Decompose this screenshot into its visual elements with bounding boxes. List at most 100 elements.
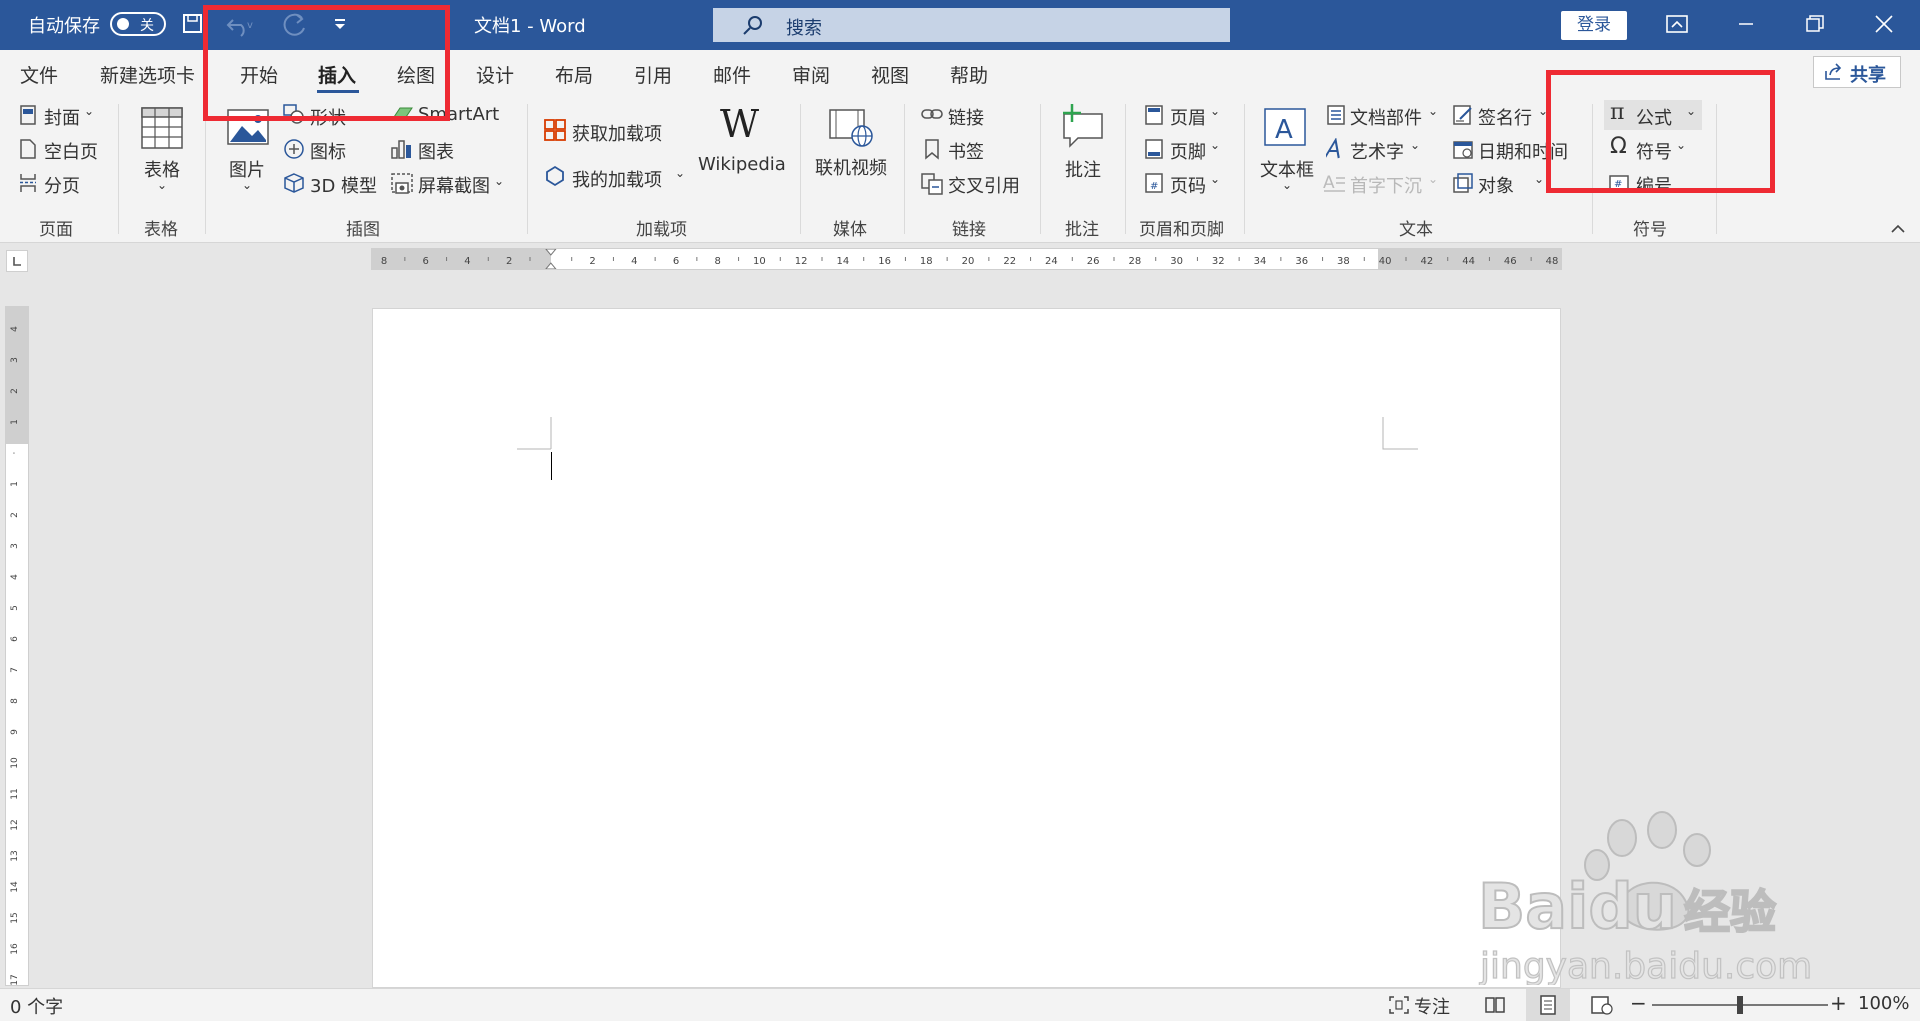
cross-reference-button[interactable]: 交叉引用 <box>948 172 1020 198</box>
chevron-down-icon: ⌄ <box>1210 172 1221 186</box>
icons-button[interactable]: 图标 <box>310 138 346 164</box>
document-page[interactable] <box>372 308 1561 988</box>
ruler-label: 4 <box>10 326 20 332</box>
ruler-label: 36 <box>1295 256 1308 267</box>
icons-icon <box>284 139 304 159</box>
web-layout-icon[interactable] <box>1590 995 1614 1015</box>
tab-layout[interactable]: 布局 <box>555 61 593 88</box>
baidu-jingyan-watermark: Baidu 经验 jingyan.baidu.com <box>1477 811 1810 985</box>
chevron-down-icon: ⌄ <box>675 166 686 180</box>
get-addins-button[interactable]: 获取加载项 <box>572 120 662 146</box>
watermark-brand: Baidu <box>1478 870 1677 943</box>
ruler-label: 6 <box>673 256 679 267</box>
zoom-slider-thumb[interactable] <box>1737 996 1743 1014</box>
ruler-label: 1 <box>10 419 20 425</box>
wikipedia-button[interactable]: Wikipedia <box>698 154 786 175</box>
horizontal-ruler[interactable]: 8 6 4 2 2 4 6 8 10 12 14 16 18 20 22 24 26 28 30 32 34 36 38 40… <box>371 248 1562 270</box>
wordart-button[interactable]: 艺术字 <box>1350 138 1404 164</box>
3d-model-icon <box>284 173 304 193</box>
zoom-in-button[interactable]: + <box>1830 991 1847 1015</box>
object-button[interactable]: 对象 <box>1478 172 1514 198</box>
highlight-box-quick-access <box>203 5 450 121</box>
cover-page-button[interactable]: 封面 <box>44 104 80 130</box>
chevron-down-icon: ⌄ <box>1210 104 1221 118</box>
ruler-label: 22 <box>1003 256 1016 267</box>
ruler-label: 11 <box>10 788 20 799</box>
link-button[interactable]: 链接 <box>948 104 984 130</box>
svg-text:A: A <box>1275 115 1293 145</box>
tab-review[interactable]: 审阅 <box>792 61 830 88</box>
blank-page-button[interactable]: 空白页 <box>44 138 98 164</box>
chart-icon <box>391 140 411 159</box>
tab-view[interactable]: 视图 <box>871 61 909 88</box>
table-icon[interactable] <box>140 106 184 150</box>
focus-button[interactable]: 专注 <box>1414 993 1450 1019</box>
login-button[interactable]: 登录 <box>1561 11 1627 40</box>
page-break-button[interactable]: 分页 <box>44 172 80 198</box>
bookmark-button[interactable]: 书签 <box>948 138 984 164</box>
page-number-button[interactable]: 页码 <box>1170 172 1206 198</box>
restore-icon[interactable] <box>1793 6 1837 42</box>
header-button[interactable]: 页眉 <box>1170 104 1206 130</box>
ruler-label: 7 <box>10 667 20 673</box>
ruler-label: 8 <box>10 698 20 704</box>
text-cursor <box>551 452 552 480</box>
screenshot-button[interactable]: 屏幕截图 <box>418 172 490 198</box>
print-layout-button[interactable] <box>1526 989 1570 1021</box>
close-icon[interactable] <box>1862 6 1906 42</box>
chevron-down-icon: ⌄ <box>1282 178 1293 192</box>
tab-references[interactable]: 引用 <box>634 61 672 88</box>
wikipedia-icon[interactable]: W <box>720 102 759 146</box>
margin-marks <box>517 417 1418 450</box>
document-title: 文档1 - Word <box>474 16 586 37</box>
text-box-icon[interactable]: A <box>1262 106 1308 148</box>
ruler-label: 6 <box>10 636 20 642</box>
online-video-button[interactable]: 联机视频 <box>815 154 887 180</box>
my-addins-button[interactable]: 我的加载项 <box>572 166 662 192</box>
quick-parts-button[interactable]: 文档部件 <box>1350 104 1422 130</box>
date-time-icon <box>1453 141 1473 159</box>
word-count[interactable]: 0 个字 <box>10 993 63 1019</box>
footer-button[interactable]: 页脚 <box>1170 138 1206 164</box>
drop-cap-button[interactable]: 首字下沉 <box>1350 172 1422 198</box>
search-icon <box>743 16 762 35</box>
zoom-out-button[interactable]: − <box>1630 991 1647 1015</box>
3d-model-button[interactable]: 3D 模型 <box>310 172 377 198</box>
ruler-label: 14 <box>10 881 20 893</box>
minimize-icon[interactable] <box>1724 6 1768 42</box>
tab-new-tab[interactable]: 新建选项卡 <box>100 61 195 88</box>
ruler-label: 10 <box>753 256 766 267</box>
cover-page-icon <box>20 105 36 125</box>
signature-line-icon <box>1453 105 1472 125</box>
read-mode-icon[interactable] <box>1484 995 1506 1015</box>
ruler-label: 3 <box>10 543 20 549</box>
chart-button[interactable]: 图表 <box>418 138 454 164</box>
chevron-down-icon: ⌄ <box>1428 104 1439 118</box>
chevron-down-icon: ⌄ <box>1210 138 1221 152</box>
online-video-icon[interactable] <box>828 108 874 148</box>
group-divider <box>118 104 119 234</box>
ribbon-display-options-icon[interactable] <box>1655 6 1699 42</box>
ruler-label: 26 <box>1087 256 1100 267</box>
vertical-ruler[interactable]: 4 3 2 1 · 1 2 3 4 5 6 7 8 9 10 11 12 13 14 15 16 17 <box>5 306 29 986</box>
group-divider <box>527 104 528 234</box>
new-comment-icon[interactable] <box>1058 102 1106 148</box>
svg-text:#: # <box>1150 181 1158 192</box>
tab-design[interactable]: 设计 <box>476 61 514 88</box>
ruler-label: 3 <box>10 357 20 363</box>
group-label-addins: 加载项 <box>636 220 687 240</box>
tab-help[interactable]: 帮助 <box>950 61 988 88</box>
share-button[interactable]: 共享 <box>1813 56 1901 88</box>
collapse-ribbon-icon[interactable] <box>1890 222 1906 234</box>
autosave-toggle[interactable]: 关 <box>110 12 166 36</box>
ruler-label: 28 <box>1128 256 1141 267</box>
tab-mailings[interactable]: 邮件 <box>713 61 751 88</box>
ruler-label: 16 <box>10 943 20 955</box>
comment-button[interactable]: 批注 <box>1065 156 1101 182</box>
search-box[interactable]: 搜索 <box>713 8 1230 42</box>
save-icon[interactable] <box>182 13 204 35</box>
tab-file[interactable]: 文件 <box>20 61 58 88</box>
tab-selector[interactable] <box>6 250 28 272</box>
signature-line-button[interactable]: 签名行 <box>1478 104 1532 130</box>
zoom-level[interactable]: 100% <box>1858 993 1909 1014</box>
